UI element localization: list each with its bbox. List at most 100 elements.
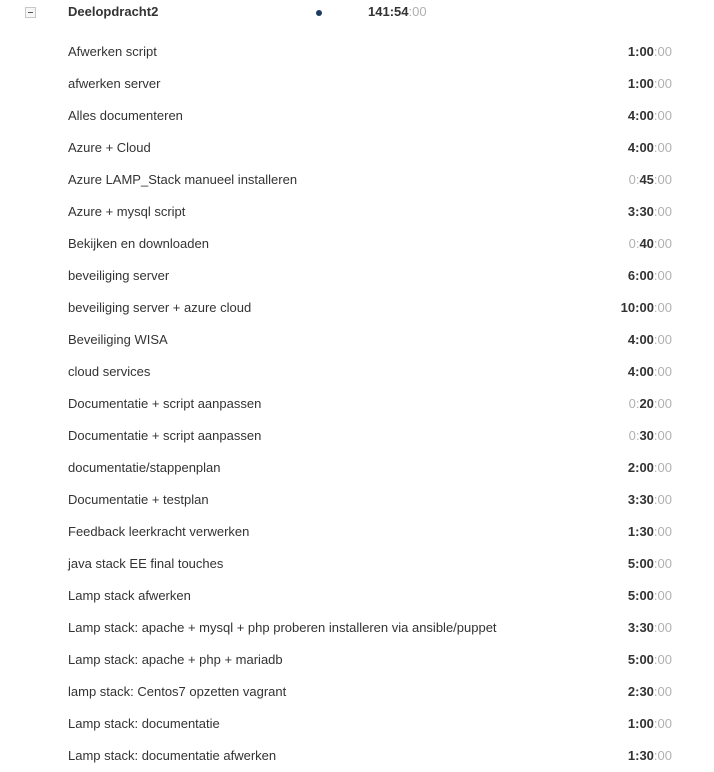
entry-duration-lead: 0:: [628, 236, 640, 251]
project-color-dot-icon: [316, 10, 322, 16]
entry-duration-seconds: :00: [653, 588, 672, 603]
entry-duration-main: 4:00: [627, 364, 654, 379]
entry-duration: 5:00:00: [628, 588, 672, 603]
entry-duration: 4:00:00: [628, 108, 672, 123]
entry-description[interactable]: Afwerken script: [68, 44, 157, 59]
entry-description[interactable]: Lamp stack: documentatie afwerken: [68, 748, 276, 763]
time-entry-row[interactable]: Alles documenteren 4:00:00: [0, 100, 714, 132]
project-total-duration: 141:54:00: [368, 4, 427, 19]
entry-duration: 6:00:00: [628, 268, 672, 283]
entry-duration: 10:00:00: [621, 300, 672, 315]
entry-duration-seconds: :00: [653, 364, 672, 379]
entry-duration-lead: 0:: [628, 396, 640, 411]
entry-duration-seconds: :00: [653, 524, 672, 539]
entry-duration-main: 20: [639, 396, 654, 411]
entry-description[interactable]: Azure LAMP_Stack manueel installeren: [68, 172, 297, 187]
entry-duration-seconds: :00: [653, 140, 672, 155]
entry-duration-seconds: :00: [653, 204, 672, 219]
time-entry-row[interactable]: Documentatie + script aanpassen 0:30:00: [0, 420, 714, 452]
time-entry-row[interactable]: Afwerken script 1:00:00: [0, 36, 714, 68]
project-group-header: Deelopdracht2 141:54:00: [0, 0, 714, 26]
entry-duration-main: 1:00: [627, 44, 654, 59]
time-entry-row[interactable]: Documentatie + testplan 3:30:00: [0, 484, 714, 516]
entry-description[interactable]: Alles documenteren: [68, 108, 183, 123]
collapse-toggle-icon[interactable]: [25, 7, 36, 18]
entry-duration-seconds: :00: [653, 44, 672, 59]
time-entry-row[interactable]: Lamp stack: apache + mysql + php probere…: [0, 612, 714, 644]
entry-duration-main: 3:30: [627, 204, 654, 219]
entry-duration: 1:30:00: [628, 748, 672, 763]
entry-duration-main: 5:00: [627, 556, 654, 571]
time-entry-row[interactable]: beveiliging server + azure cloud 10:00:00: [0, 292, 714, 324]
entry-duration: 5:00:00: [628, 652, 672, 667]
time-entry-row[interactable]: documentatie/stappenplan 2:00:00: [0, 452, 714, 484]
entry-description[interactable]: documentatie/stappenplan: [68, 460, 221, 475]
time-entry-row[interactable]: Azure + Cloud 4:00:00: [0, 132, 714, 164]
entry-duration-main: 10:00: [620, 300, 654, 315]
entry-description[interactable]: Feedback leerkracht verwerken: [68, 524, 249, 539]
entry-duration-main: 5:00: [627, 588, 654, 603]
entry-description[interactable]: Documentatie + script aanpassen: [68, 396, 261, 411]
time-entry-row[interactable]: Lamp stack: documentatie 1:00:00: [0, 708, 714, 740]
entry-duration: 0:45:00: [629, 172, 672, 187]
entry-duration-main: 5:00: [627, 652, 654, 667]
entry-duration-main: 45: [639, 172, 654, 187]
entry-description[interactable]: Beveiliging WISA: [68, 332, 168, 347]
entry-description[interactable]: Lamp stack: apache + php + mariadb: [68, 652, 283, 667]
entry-description[interactable]: beveiliging server + azure cloud: [68, 300, 251, 315]
entry-duration-seconds: :00: [653, 172, 672, 187]
entry-description[interactable]: cloud services: [68, 364, 150, 379]
entry-duration-main: 1:30: [627, 748, 654, 763]
entry-duration-seconds: :00: [653, 556, 672, 571]
entry-duration-main: 2:30: [627, 684, 654, 699]
entry-duration: 1:00:00: [628, 76, 672, 91]
time-entry-row[interactable]: Azure + mysql script 3:30:00: [0, 196, 714, 228]
entry-duration-seconds: :00: [653, 716, 672, 731]
entry-duration-main: 2:00: [627, 460, 654, 475]
time-entry-row[interactable]: Lamp stack: apache + php + mariadb 5:00:0…: [0, 644, 714, 676]
entry-duration: 2:30:00: [628, 684, 672, 699]
entry-duration-seconds: :00: [653, 748, 672, 763]
entry-description[interactable]: Documentatie + script aanpassen: [68, 428, 261, 443]
entry-duration-main: 30: [639, 428, 654, 443]
entry-duration-main: 6:00: [627, 268, 654, 283]
entry-description[interactable]: Documentatie + testplan: [68, 492, 209, 507]
time-entry-row[interactable]: Lamp stack afwerken 5:00:00: [0, 580, 714, 612]
entry-description[interactable]: Lamp stack: documentatie: [68, 716, 220, 731]
time-entry-row[interactable]: beveiliging server 6:00:00: [0, 260, 714, 292]
entry-duration-main: 1:30: [627, 524, 654, 539]
entry-duration: 1:30:00: [628, 524, 672, 539]
project-name[interactable]: Deelopdracht2: [68, 4, 158, 19]
entry-description[interactable]: Azure + mysql script: [68, 204, 185, 219]
entry-duration-main: 40: [639, 236, 654, 251]
entry-description[interactable]: java stack EE final touches: [68, 556, 223, 571]
entry-duration-main: 3:30: [627, 492, 654, 507]
time-entry-row[interactable]: cloud services 4:00:00: [0, 356, 714, 388]
time-entry-row[interactable]: Lamp stack: documentatie afwerken 1:30:00: [0, 740, 714, 772]
entry-duration: 5:00:00: [628, 556, 672, 571]
entry-description[interactable]: beveiliging server: [68, 268, 169, 283]
time-entry-row[interactable]: lamp stack: Centos7 opzetten vagrant 2:30…: [0, 676, 714, 708]
entry-duration-main: 1:00: [627, 716, 654, 731]
entry-duration: 3:30:00: [628, 492, 672, 507]
time-entry-row[interactable]: java stack EE final touches 5:00:00: [0, 548, 714, 580]
time-entry-row[interactable]: Bekijken en downloaden 0:40:00: [0, 228, 714, 260]
entry-description[interactable]: lamp stack: Centos7 opzetten vagrant: [68, 684, 286, 699]
entry-duration: 0:40:00: [629, 236, 672, 251]
entry-description[interactable]: Azure + Cloud: [68, 140, 151, 155]
entry-duration: 3:30:00: [628, 204, 672, 219]
time-entry-row[interactable]: Azure LAMP_Stack manueel installeren 0:45…: [0, 164, 714, 196]
entry-duration-main: 4:00: [627, 140, 654, 155]
time-entry-row[interactable]: Documentatie + script aanpassen 0:20:00: [0, 388, 714, 420]
entry-description[interactable]: Lamp stack: apache + mysql + php probere…: [68, 620, 497, 635]
time-entry-row[interactable]: afwerken server 1:00:00: [0, 68, 714, 100]
entry-description[interactable]: Bekijken en downloaden: [68, 236, 209, 251]
time-entry-row[interactable]: Feedback leerkracht verwerken 1:30:00: [0, 516, 714, 548]
time-entry-row[interactable]: Beveiliging WISA 4:00:00: [0, 324, 714, 356]
entry-duration-main: 4:00: [627, 332, 654, 347]
entry-duration: 0:30:00: [629, 428, 672, 443]
entry-description[interactable]: afwerken server: [68, 76, 160, 91]
entry-duration-main: 3:30: [627, 620, 654, 635]
entry-duration: 1:00:00: [628, 44, 672, 59]
entry-description[interactable]: Lamp stack afwerken: [68, 588, 191, 603]
